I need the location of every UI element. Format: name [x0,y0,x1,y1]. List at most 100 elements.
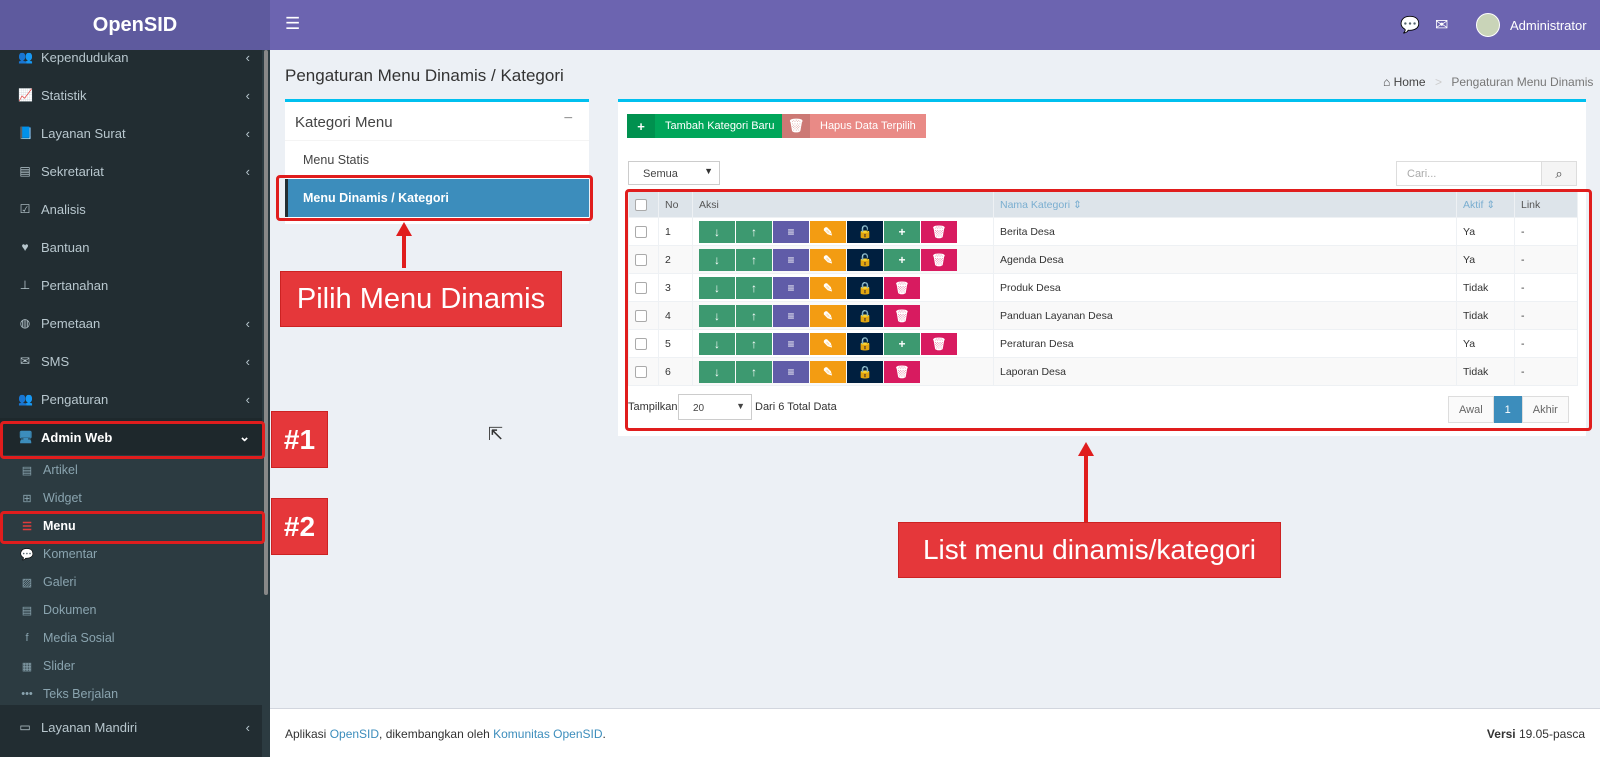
breadcrumb: ⌂ Home > Pengaturan Menu Dinamis [1383,75,1593,89]
envelope-icon[interactable]: ✉ [1435,15,1448,35]
heart-icon: ♥ [21,240,29,254]
sidebar-subitem-galeri[interactable]: ▨ Galeri [0,568,262,596]
sidebar-subitem-dokumen[interactable]: ▤ Dokumen [0,596,262,624]
sidebar-subitem-label: Artikel [43,463,78,477]
archive-icon: ▤ [19,164,31,178]
sidebar-item-sekretariat[interactable]: ▤ Sekretariat ‹ [0,152,262,190]
sidebar-subitem-widget[interactable]: ⊞ Widget [0,484,262,512]
search-button[interactable]: ⌕ [1541,161,1577,186]
sidebar-item-kependudukan[interactable]: 👥 Kependudukan ‹ [0,38,262,76]
globe-icon: ◍ [19,316,31,330]
comments-icon[interactable]: 💬 [1400,15,1420,35]
users-cog-icon: 👥 [18,392,33,406]
mouse-cursor-icon: ⇱ [488,424,504,444]
sidebar-item-label: SMS [41,353,70,369]
plus-icon: + [627,114,655,138]
footer-prefix: Aplikasi [285,727,330,741]
breadcrumb-home[interactable]: Home [1394,75,1426,89]
sidebar-item-label: Bantuan [41,239,90,255]
sidebar-subitem-label: Media Sosial [43,631,115,645]
chevron-left-icon: ‹ [245,315,250,331]
sidebar-item-statistik[interactable]: 📈 Statistik ‹ [0,76,262,114]
sidebar-item-bantuan[interactable]: ♥ Bantuan [0,228,262,266]
windows-icon: ⊞ [22,492,32,505]
file-text-icon: ▤ [21,604,33,617]
trash-icon: 🗑 [782,114,810,138]
highlight-admin-web [0,421,265,459]
footer-community-link[interactable]: Komunitas OpenSID [493,727,602,741]
callout-pilih-menu: Pilih Menu Dinamis [280,271,562,327]
chevron-left-icon: ‹ [245,391,250,407]
sidebar-item-label: Layanan Surat [41,125,126,141]
box-title: Kategori Menu [295,114,393,131]
filter-select[interactable]: Semua ▼ [628,161,720,185]
sidebar-item-pengaturan[interactable]: 👥 Pengaturan ‹ [0,380,262,418]
page-title: Pengaturan Menu Dinamis / Kategori [285,66,564,85]
inbox-icon: ▭ [19,720,31,734]
add-category-label: Tambah Kategori Baru [665,120,775,132]
sidebar-subitem-label: Slider [43,659,75,673]
sidebar-item-label: Statistik [41,87,87,103]
breadcrumb-separator: > [1434,75,1442,89]
sidebar-item-label: Pengaturan [41,391,109,407]
user-avatar[interactable] [1476,13,1500,37]
filter-value: Semua [643,168,678,180]
collapse-button[interactable]: − [564,110,573,128]
footer-suffix: . [602,727,606,741]
caret-down-icon: ▼ [704,166,713,176]
sidebar-item-pertanahan[interactable]: ⊥ Pertanahan [0,266,262,304]
breadcrumb-current: Pengaturan Menu Dinamis [1451,75,1594,89]
footer: Aplikasi OpenSID, dikembangkan oleh Komu… [270,708,1600,757]
highlight-menu [0,511,265,544]
home-icon: ⌂ [1383,75,1391,89]
sidebar-item-analisis[interactable]: ☑ Analisis [0,190,262,228]
sidebar-item-layanan-surat[interactable]: 📘 Layanan Surat ‹ [0,114,262,152]
chevron-left-icon: ‹ [245,49,250,65]
sidebar-subitem-media-sosial[interactable]: f Media Sosial [0,624,262,652]
chevron-left-icon: ‹ [245,353,250,369]
sidebar-subitem-label: Komentar [43,547,98,561]
footer-app-link[interactable]: OpenSID [330,727,379,741]
sidebar-item-pemetaan[interactable]: ◍ Pemetaan ‹ [0,304,262,342]
sidebar-subitem-teks-berjalan[interactable]: ••• Teks Berjalan [0,680,262,708]
delete-selected-button[interactable]: 🗑 Hapus Data Terpilih [782,114,926,138]
file-icon: ▤ [21,464,33,477]
delete-selected-label: Hapus Data Terpilih [820,120,916,132]
sidebar-subitem-label: Widget [43,491,82,505]
book-icon: 📘 [18,126,33,140]
sidebar-subitem-label: Galeri [43,575,77,589]
menu-statis-link[interactable]: Menu Statis [285,140,589,178]
top-navbar: ☰ 💬 ✉ Administrator [270,0,1600,50]
version-value: 19.05-pasca [1518,727,1585,741]
check-square-icon: ☑ [19,202,31,216]
callout-list-menu: List menu dinamis/kategori [898,522,1281,578]
sidebar-subitem-slider[interactable]: ▦ Slider [0,652,262,680]
callout-step-1: #1 [271,411,328,468]
map-signs-icon: ⊥ [19,278,31,292]
sidebar-item-layanan-mandiri[interactable]: ▭ Layanan Mandiri ‹ [0,708,262,746]
footer-version: Versi 19.05-pasca [1487,727,1585,741]
search-input[interactable]: Cari... [1396,161,1542,186]
sidebar-scrollbar[interactable] [262,50,270,757]
chevron-left-icon: ‹ [245,87,250,103]
highlight-menu-dinamis [276,175,593,221]
image-icon: ▨ [21,576,33,589]
sidebar-item-label: Pertanahan [41,277,109,293]
sidebar-item-sms[interactable]: ✉ SMS ‹ [0,342,262,380]
sidebar-subitem-komentar[interactable]: 💬 Komentar [0,540,262,568]
sidebar-subitem-label: Dokumen [43,603,97,617]
chevron-left-icon: ‹ [245,719,250,735]
sidebar-item-label: Kependudukan [41,49,129,65]
sidebar-item-label: Layanan Mandiri [41,719,138,735]
users-icon: 👥 [18,50,33,64]
ellipsis-icon: ••• [21,688,33,700]
add-category-button[interactable]: + Tambah Kategori Baru [627,114,785,138]
sidebar: 👥 Kependudukan ‹ 📈 Statistik ‹ 📘 Layanan Sura… [0,50,270,757]
footer-middle: , dikembangkan oleh [379,727,494,741]
chart-line-icon: 📈 [18,88,33,102]
sidebar-subitem-artikel[interactable]: ▤ Artikel [0,456,262,484]
sidebar-toggle-icon[interactable]: ☰ [285,14,300,34]
sidebar-item-label: Pemetaan [41,315,101,331]
user-name[interactable]: Administrator [1510,18,1587,33]
admin-web-submenu: ▤ Artikel ⊞ Widget ☰ Menu 💬 Komentar ▨ Galeri… [0,455,262,705]
